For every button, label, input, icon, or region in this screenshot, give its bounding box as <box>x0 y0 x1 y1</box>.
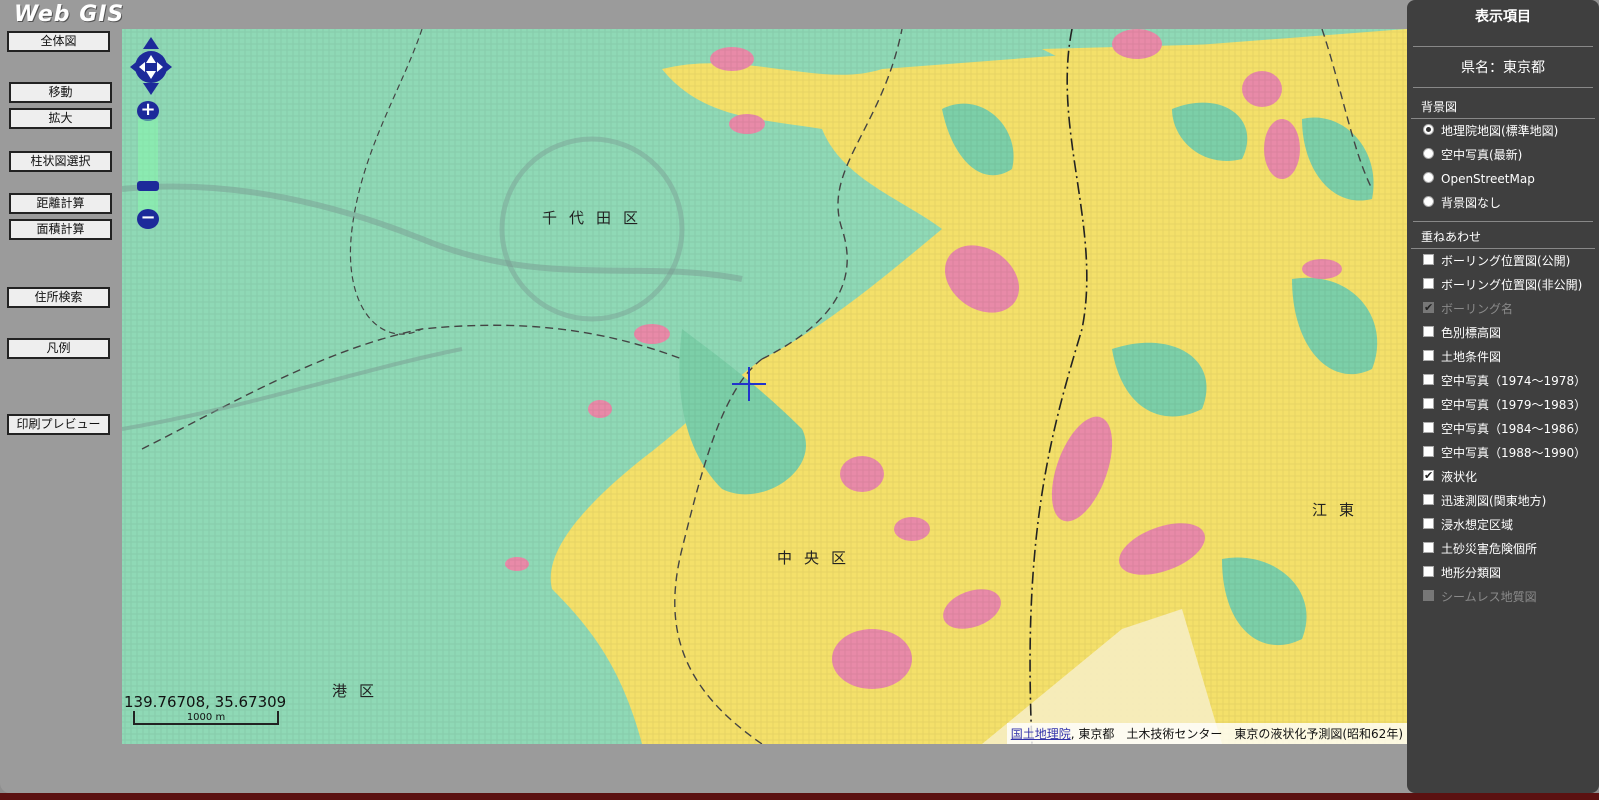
overlay-option: ボーリング名 <box>1407 296 1599 321</box>
checkbox[interactable] <box>1423 374 1434 385</box>
overlay-option[interactable]: 空中写真（1984～1986） <box>1407 417 1599 441</box>
checkbox[interactable] <box>1423 446 1434 457</box>
overlay-option[interactable]: 色別標高図 <box>1407 321 1599 345</box>
checkbox <box>1423 296 1434 320</box>
overlay-option[interactable]: 土地条件図 <box>1407 345 1599 369</box>
overlay-options: ボーリング位置図(公開) ボーリング位置図(非公開) ボーリング名色別標高図土地条件… <box>1407 249 1599 609</box>
background-option-label: 背景図なし <box>1441 196 1502 210</box>
zoom-out-icon[interactable]: − <box>137 209 159 229</box>
checkbox[interactable] <box>1423 494 1434 505</box>
background-option-label: 空中写真(最新) <box>1441 148 1523 162</box>
checkbox[interactable] <box>1423 254 1434 265</box>
overlay-option[interactable]: ボーリング位置図(公開) <box>1407 249 1599 273</box>
zoom-track[interactable] <box>138 119 158 215</box>
map-attribution: 国土地理院, 東京都 土木技術センター 東京の液状化予測図(昭和62年) <box>1006 723 1407 744</box>
zoom-in-tool-button[interactable]: 拡大 <box>9 108 112 129</box>
bottom-bar <box>0 793 1599 800</box>
overlay-option[interactable]: 土砂災害危険個所 <box>1407 537 1599 561</box>
checkbox[interactable] <box>1423 326 1434 337</box>
pan-control[interactable] <box>130 37 172 95</box>
overlay-option[interactable]: 浸水想定区域 <box>1407 513 1599 537</box>
overlay-option[interactable]: 地形分類図 <box>1407 561 1599 585</box>
zoom-slider-handle[interactable] <box>137 180 159 191</box>
address-search-button[interactable]: 住所検索 <box>7 287 110 308</box>
scale-bar: 1000 m <box>133 711 279 725</box>
overview-button[interactable]: 全体図 <box>7 31 110 52</box>
background-option[interactable]: OpenStreetMap <box>1407 167 1599 191</box>
app-logo: Web GIS <box>14 2 125 27</box>
coordinate-readout: 139.76708, 35.67309 <box>124 693 287 711</box>
map-label-koto: 江東 <box>1312 501 1367 519</box>
distance-button[interactable]: 距離計算 <box>9 193 112 214</box>
overlay-option[interactable]: 液状化 <box>1407 464 1599 489</box>
panel-title: 表示項目 <box>1475 9 1531 25</box>
overlay-option-label: シームレス地質図 <box>1441 590 1537 604</box>
checkbox[interactable] <box>1423 398 1434 409</box>
radio-button[interactable] <box>1423 124 1434 135</box>
overlay-option-label: 液状化 <box>1441 470 1478 484</box>
radio-button[interactable] <box>1423 196 1434 207</box>
overlay-option-label: 空中写真（1979～1983） <box>1441 398 1587 412</box>
zoom-in-icon[interactable]: + <box>137 101 159 121</box>
map-label-minato: 港区 <box>332 682 387 700</box>
overlay-option-label: 色別標高図 <box>1441 326 1502 340</box>
background-options: 地理院地図(標準地図) 空中写真(最新) OpenStreetMap 背景図なし <box>1407 119 1599 215</box>
attribution-text: , 東京都 土木技術センター 東京の液状化予測図(昭和62年) <box>1070 727 1403 741</box>
background-section-heading: 背景図 <box>1411 92 1595 119</box>
column-select-button[interactable]: 柱状図選択 <box>9 151 112 172</box>
overlay-option: シームレス地質図 <box>1407 585 1599 609</box>
zoom-control[interactable]: + − <box>137 101 159 231</box>
panel-divider <box>1413 87 1593 88</box>
background-option[interactable]: 背景図なし <box>1407 191 1599 215</box>
overlay-option[interactable]: 空中写真（1979～1983） <box>1407 393 1599 417</box>
background-option-label: 地理院地図(標準地図) <box>1441 124 1559 138</box>
map-label-chiyoda: 千代田区 <box>542 209 651 227</box>
background-option[interactable]: 空中写真(最新) <box>1407 143 1599 167</box>
overlay-option-label: ボーリング名 <box>1441 302 1514 316</box>
overlay-option-label: 地形分類図 <box>1441 566 1502 580</box>
print-preview-button[interactable]: 印刷プレビュー <box>7 414 110 435</box>
checkbox[interactable] <box>1423 278 1434 289</box>
overlay-section-heading: 重ねあわせ <box>1411 222 1595 249</box>
legend-button[interactable]: 凡例 <box>7 338 110 359</box>
map-view[interactable]: 千代田区 中央区 港区 江東 + − 139.76708, 35.67309 1… <box>122 29 1407 744</box>
radio-button[interactable] <box>1423 172 1434 183</box>
background-option-label: OpenStreetMap <box>1441 172 1535 186</box>
radio-button[interactable] <box>1423 148 1434 159</box>
checkbox[interactable] <box>1423 566 1434 577</box>
overlay-option-label: 空中写真（1988～1990） <box>1441 446 1587 460</box>
overlay-option-label: 浸水想定区域 <box>1441 518 1514 532</box>
move-button[interactable]: 移動 <box>9 82 112 103</box>
area-button[interactable]: 面積計算 <box>9 219 112 240</box>
overlay-option-label: 空中写真（1984～1986） <box>1441 422 1587 436</box>
overlay-option-label: 迅速測図(関東地方) <box>1441 494 1547 508</box>
overlay-option-label: 土砂災害危険個所 <box>1441 542 1538 556</box>
overlay-option-label: 土地条件図 <box>1441 350 1502 364</box>
checkbox[interactable] <box>1423 518 1434 529</box>
overlay-option[interactable]: 空中写真（1974～1978） <box>1407 369 1599 393</box>
checkbox[interactable] <box>1423 542 1434 553</box>
layer-panel: 表示項目 県名：東京都 背景図 地理院地図(標準地図) 空中写真(最新) OpenS… <box>1407 0 1599 793</box>
overlay-option[interactable]: ボーリング位置図(非公開) <box>1407 273 1599 297</box>
overlay-option-label: 空中写真（1974～1978） <box>1441 374 1587 388</box>
checkbox <box>1423 590 1434 601</box>
checkbox[interactable] <box>1423 422 1434 433</box>
checkbox[interactable] <box>1423 464 1434 488</box>
gsi-link[interactable]: 国土地理院 <box>1011 727 1071 741</box>
overlay-option[interactable]: 迅速測図(関東地方) <box>1407 489 1599 513</box>
checkbox[interactable] <box>1423 350 1434 361</box>
overlay-option[interactable]: 空中写真（1988～1990） <box>1407 441 1599 465</box>
background-option[interactable]: 地理院地図(標準地図) <box>1407 119 1599 143</box>
overlay-option-label: ボーリング位置図(非公開) <box>1441 278 1583 292</box>
center-crosshair-icon <box>732 367 766 401</box>
prefecture-label: 県名：東京都 <box>1461 60 1545 76</box>
map-label-chuo: 中央区 <box>777 549 859 567</box>
overlay-option-label: ボーリング位置図(公開) <box>1441 254 1571 268</box>
